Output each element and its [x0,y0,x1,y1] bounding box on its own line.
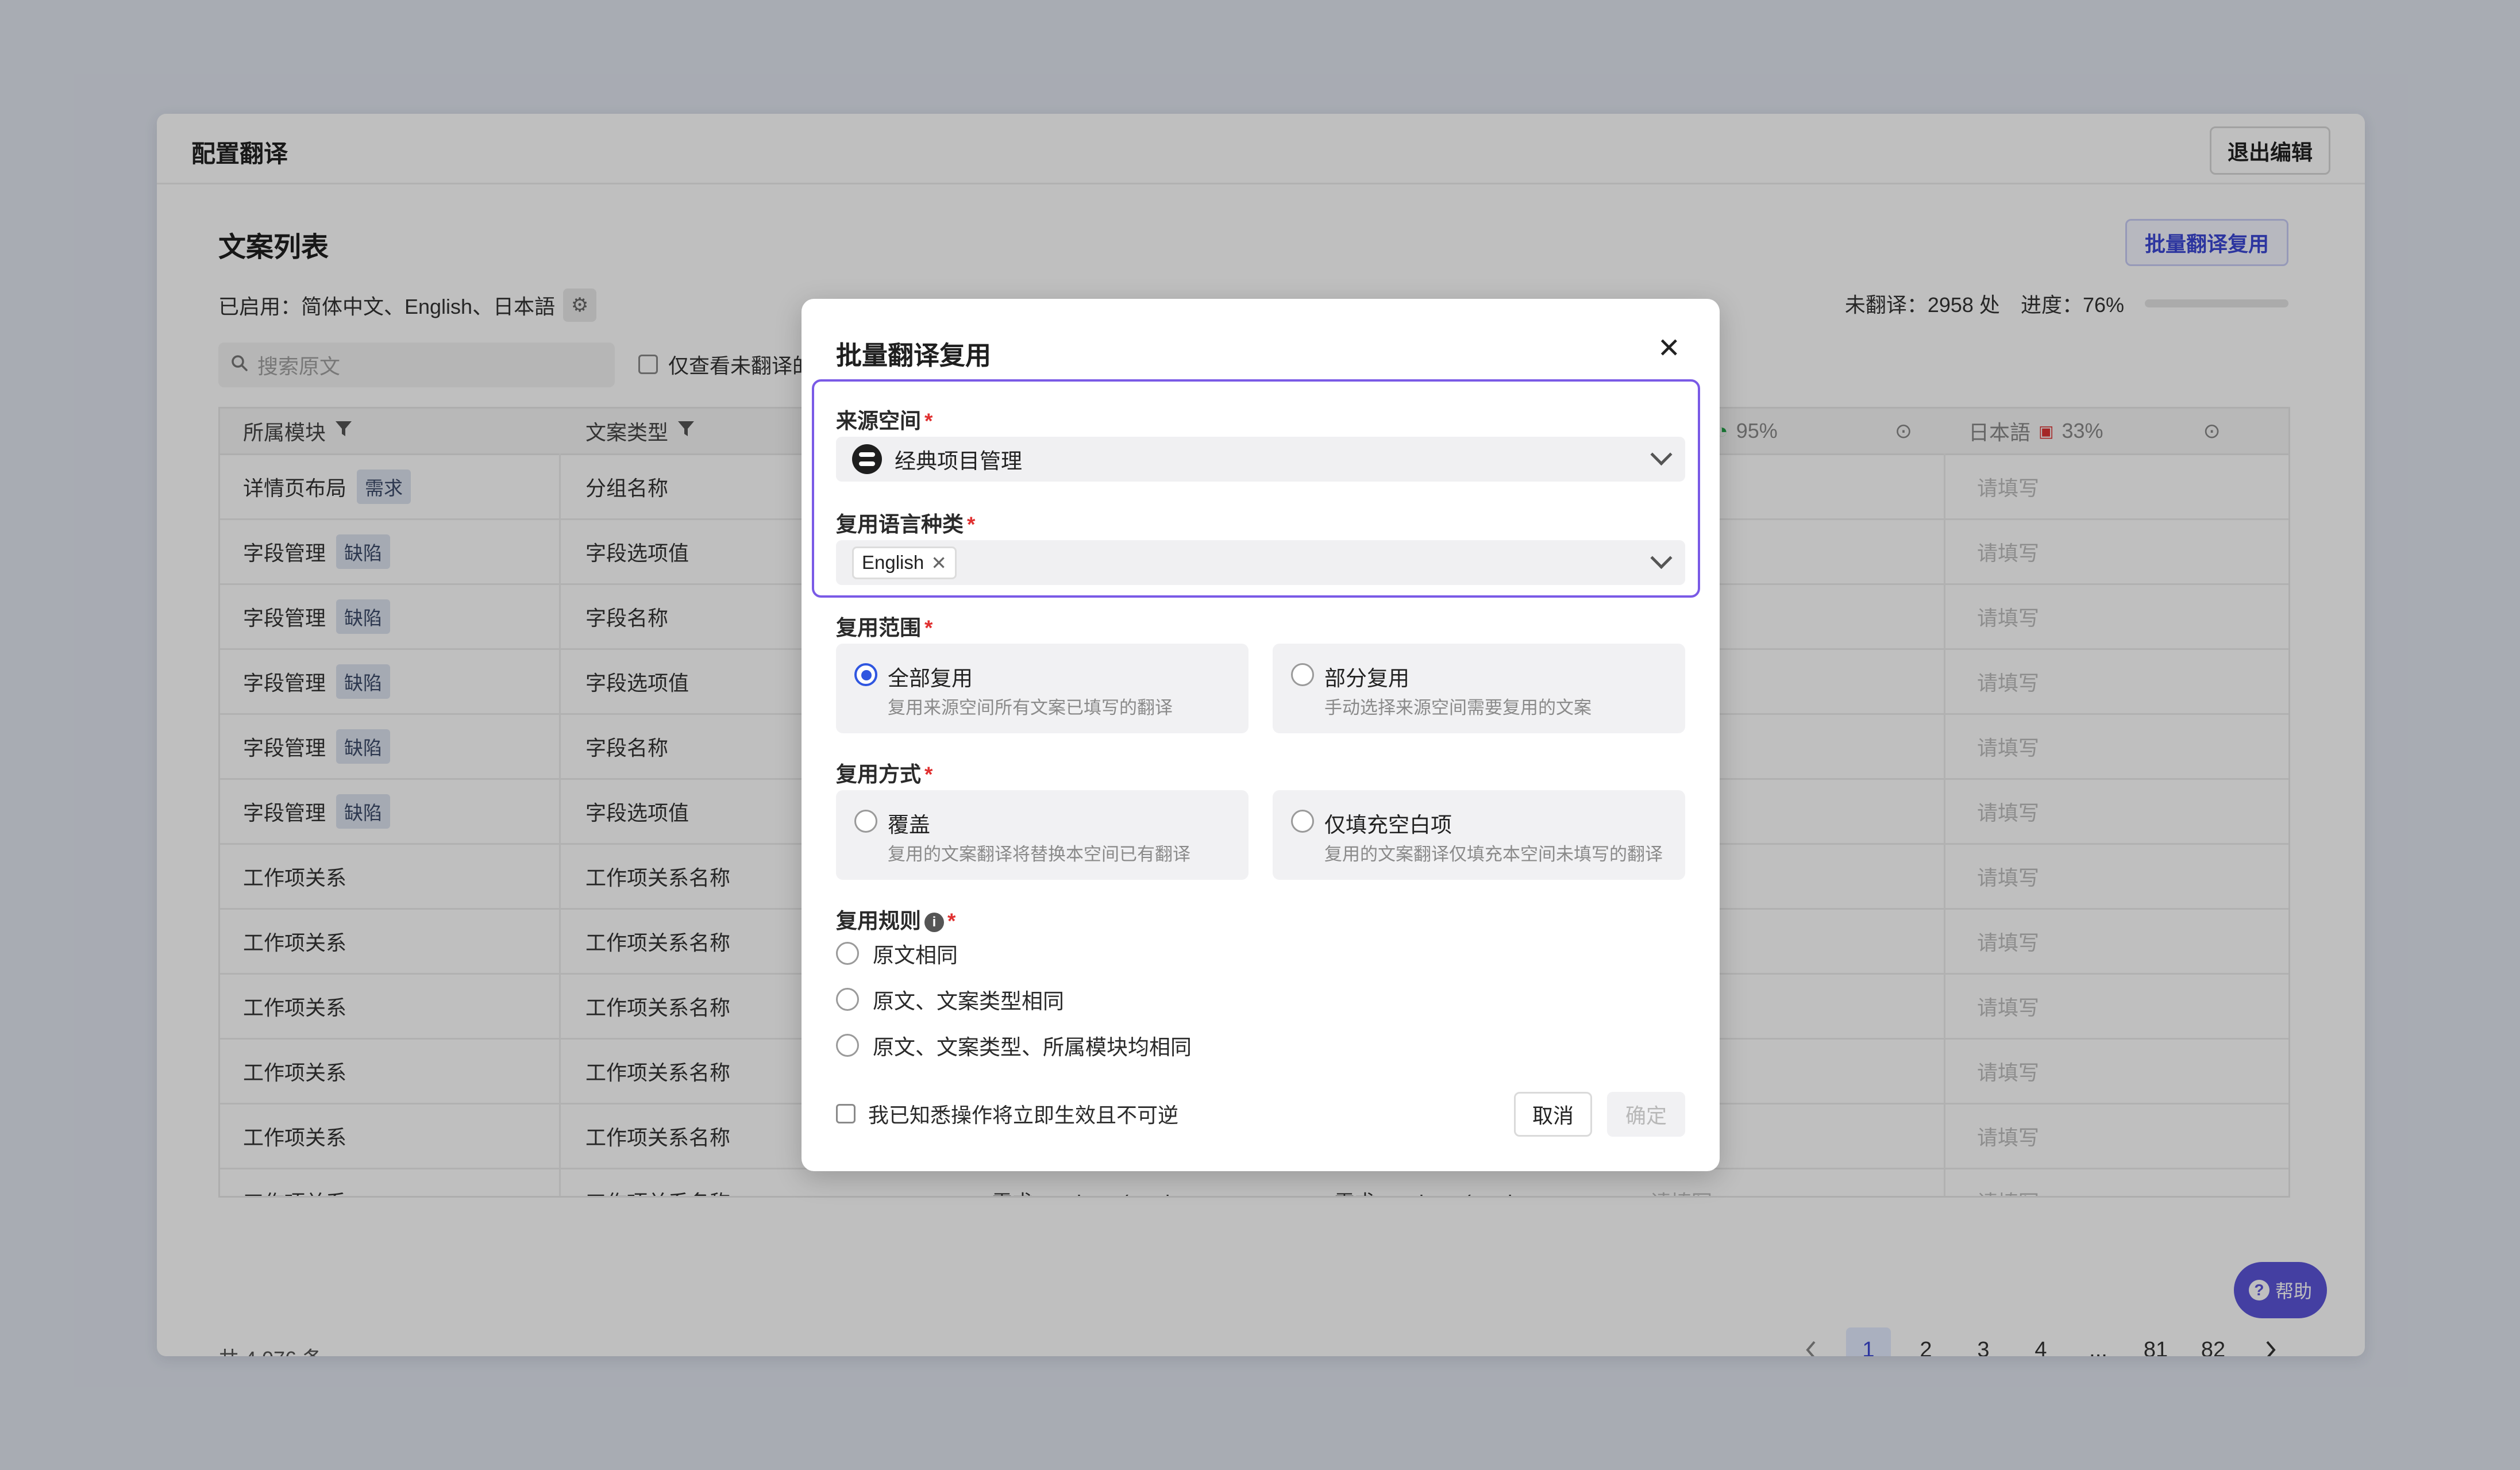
method-fill-radio[interactable] [1291,810,1314,833]
remove-chip-icon[interactable]: ✕ [931,552,947,574]
chevron-down-icon [1650,547,1673,569]
rule-option-1[interactable]: 原文相同 [836,938,958,969]
close-icon[interactable]: ✕ [1658,332,1681,364]
rule-option-2[interactable]: 原文、文案类型相同 [836,984,1064,1015]
acknowledge-row[interactable]: 我已知悉操作将立即生效且不可逆 [836,1099,1178,1129]
rule-1-radio[interactable] [836,942,859,965]
source-space-label: 来源空间 * [836,409,933,433]
acknowledge-checkbox[interactable] [836,1104,856,1123]
scope-partial-option[interactable]: 部分复用 手动选择来源空间需要复用的文案 [1273,644,1685,733]
info-icon[interactable]: i [924,913,944,933]
scope-all-radio[interactable] [854,663,877,686]
cancel-button[interactable]: 取消 [1514,1092,1592,1137]
method-label: 复用方式 * [836,763,933,786]
rule-3-radio[interactable] [836,1034,859,1057]
method-cover-option[interactable]: 覆盖 复用的文案翻译将替换本空间已有翻译 [836,790,1249,880]
scope-partial-radio[interactable] [1291,663,1314,686]
chevron-down-icon [1650,443,1673,465]
source-space-select[interactable]: 经典项目管理 [836,437,1685,482]
dialog-title: 批量翻译复用 [836,341,992,370]
space-icon [852,444,882,474]
confirm-button[interactable]: 确定 [1607,1092,1685,1137]
language-chip: English ✕ [852,546,957,579]
batch-reuse-dialog: 批量翻译复用 ✕ 来源空间 * 经典项目管理 复用语言种类 * English ✕ … [802,299,1720,1171]
method-fill-option[interactable]: 仅填充空白项 复用的文案翻译仅填充本空间未填写的翻译 [1273,790,1685,880]
scope-label: 复用范围 * [836,616,933,640]
language-select[interactable]: English ✕ [836,540,1685,585]
source-space-value: 经典项目管理 [895,449,1022,473]
rule-label: 复用规则 i * [836,909,956,933]
rule-2-radio[interactable] [836,988,859,1011]
acknowledge-label: 我已知悉操作将立即生效且不可逆 [868,1103,1179,1127]
method-cover-radio[interactable] [854,810,877,833]
scope-all-option[interactable]: 全部复用 复用来源空间所有文案已填写的翻译 [836,644,1249,733]
language-label: 复用语言种类 * [836,513,976,536]
rule-option-3[interactable]: 原文、文案类型、所属模块均相同 [836,1030,1192,1061]
